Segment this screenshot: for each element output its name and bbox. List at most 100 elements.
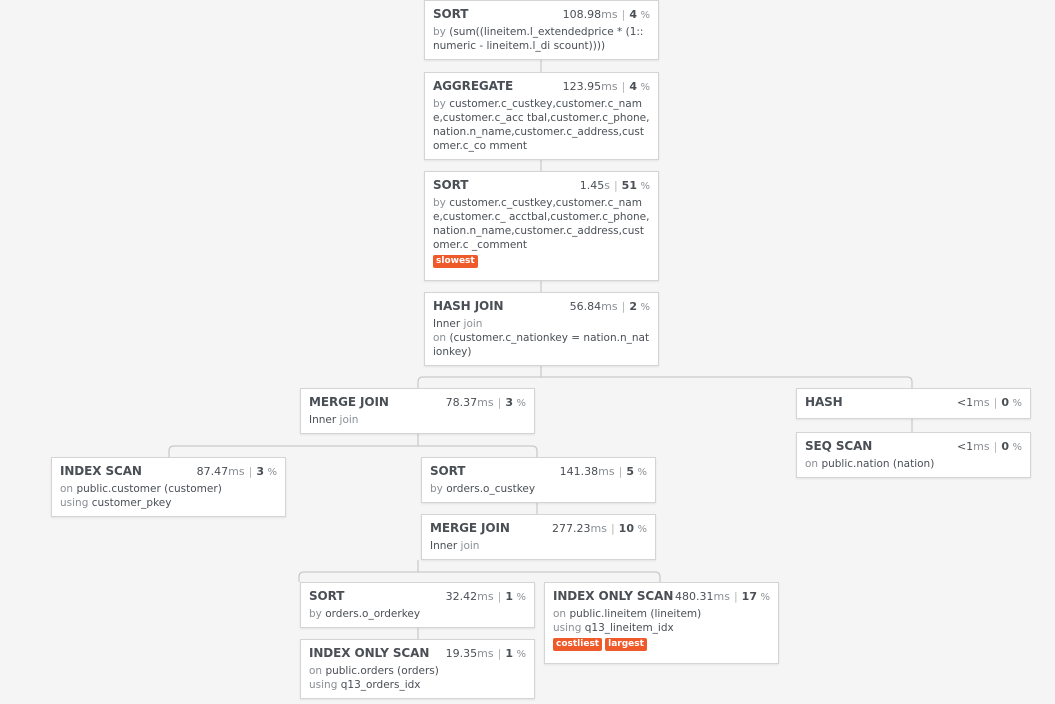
node-type: SORT bbox=[309, 589, 345, 603]
plan-node-merge-join[interactable]: MERGE JOIN 78.37ms | 3 % Inner join bbox=[300, 388, 535, 434]
node-stats: 19.35ms | 1 % bbox=[446, 647, 526, 660]
node-stats: 480.31ms | 17 % bbox=[675, 590, 770, 603]
plan-node-merge-join[interactable]: MERGE JOIN 277.23ms | 10 % Inner join bbox=[421, 514, 656, 560]
node-detail: using q13_orders_idx bbox=[309, 678, 526, 692]
plan-node-index-scan[interactable]: INDEX SCAN 87.47ms | 3 % on public.customer … bbox=[51, 457, 286, 517]
node-detail: by orders.o_custkey bbox=[430, 482, 647, 496]
stats-separator: | bbox=[993, 396, 998, 409]
plan-node-sort[interactable]: SORT 32.42ms | 1 % by orders.o_orderkey bbox=[300, 582, 535, 628]
node-time: <1 bbox=[956, 396, 974, 409]
plan-node-index-only-scan[interactable]: INDEX ONLY SCAN 19.35ms | 1 % on public.orde… bbox=[300, 639, 535, 699]
detail-keyword: on bbox=[553, 608, 567, 620]
node-percent: 1 bbox=[505, 590, 513, 603]
detail-text: public.nation (nation) bbox=[821, 458, 935, 470]
detail-keyword: by bbox=[309, 608, 322, 620]
plan-node-sort[interactable]: SORT 141.38ms | 5 % by orders.o_custkey bbox=[421, 457, 656, 503]
node-header: SORT 141.38ms | 5 % bbox=[430, 464, 647, 478]
node-percent: 3 bbox=[256, 465, 264, 478]
node-detail: by customer.c_custkey,customer.c_name,cu… bbox=[433, 97, 650, 153]
node-detail: Inner join bbox=[433, 317, 650, 331]
node-detail: Inner join bbox=[309, 413, 526, 427]
node-time-unit: ms bbox=[590, 522, 607, 535]
node-time: 32.42 bbox=[445, 590, 478, 603]
detail-text: q13_orders_idx bbox=[340, 679, 421, 691]
node-time-unit: ms bbox=[477, 590, 494, 603]
detail-text: customer_pkey bbox=[91, 497, 172, 509]
node-header: SEQ SCAN <1ms | 0 % bbox=[805, 439, 1022, 453]
plan-node-hash[interactable]: HASH <1ms | 0 % bbox=[796, 388, 1031, 419]
node-stats: 56.84ms | 2 % bbox=[570, 300, 650, 313]
node-detail: using customer_pkey bbox=[60, 496, 277, 510]
detail-keyword: on bbox=[433, 332, 447, 344]
node-percent: 0 bbox=[1001, 440, 1009, 453]
node-header: MERGE JOIN 277.23ms | 10 % bbox=[430, 521, 647, 535]
node-time-unit: s bbox=[604, 179, 610, 192]
node-type: MERGE JOIN bbox=[430, 521, 510, 535]
stats-separator: | bbox=[993, 440, 998, 453]
node-header: HASH JOIN 56.84ms | 2 % bbox=[433, 299, 650, 313]
node-stats: 78.37ms | 3 % bbox=[446, 396, 526, 409]
node-time: 56.84 bbox=[569, 300, 602, 313]
detail-keyword: join bbox=[463, 318, 483, 330]
plan-node-aggregate[interactable]: AGGREGATE 123.95ms | 4 % by customer.c_custk… bbox=[424, 72, 659, 160]
stats-separator: | bbox=[621, 80, 626, 93]
node-percent-sign: % bbox=[1012, 442, 1022, 453]
node-detail: on (customer.c_nationkey = nation.n_nati… bbox=[433, 331, 650, 359]
detail-text: customer.c_custkey,customer.c_name,custo… bbox=[433, 98, 650, 152]
plan-node-index-only-scan[interactable]: INDEX ONLY SCAN 480.31ms | 17 % on public.li… bbox=[544, 582, 779, 664]
node-detail: on public.customer (customer) bbox=[60, 482, 277, 496]
node-time: 480.31 bbox=[675, 590, 714, 603]
node-badges: slowest bbox=[433, 255, 650, 268]
detail-text: public.orders (orders) bbox=[325, 665, 439, 677]
node-time-unit: ms bbox=[601, 8, 618, 21]
node-stats: 108.98ms | 4 % bbox=[563, 8, 650, 21]
detail-keyword: on bbox=[309, 665, 323, 677]
node-type: SEQ SCAN bbox=[805, 439, 873, 453]
node-percent: 5 bbox=[626, 465, 634, 478]
node-time-unit: ms bbox=[973, 440, 990, 453]
detail-keyword: using bbox=[309, 679, 338, 691]
detail-text: Inner bbox=[430, 540, 458, 552]
node-header: INDEX ONLY SCAN 19.35ms | 1 % bbox=[309, 646, 526, 660]
stats-separator: | bbox=[497, 590, 502, 603]
node-header: SORT 108.98ms | 4 % bbox=[433, 7, 650, 21]
node-type: HASH bbox=[805, 395, 843, 409]
node-time-unit: ms bbox=[598, 465, 615, 478]
node-detail: on public.lineitem (lineitem) bbox=[553, 607, 770, 621]
badge-largest: largest bbox=[605, 638, 647, 651]
stats-separator: | bbox=[733, 590, 738, 603]
node-time-unit: ms bbox=[973, 396, 990, 409]
detail-keyword: by bbox=[433, 98, 446, 110]
plan-node-sort[interactable]: SORT 1.45s | 51 % by customer.c_custkey,cust… bbox=[424, 171, 659, 281]
plan-node-sort[interactable]: SORT 108.98ms | 4 % by (sum((lineitem.l_exte… bbox=[424, 0, 659, 60]
stats-separator: | bbox=[610, 522, 615, 535]
node-header: SORT 1.45s | 51 % bbox=[433, 178, 650, 192]
plan-node-seq-scan[interactable]: SEQ SCAN <1ms | 0 % on public.nation (nation… bbox=[796, 432, 1031, 478]
node-stats: 87.47ms | 3 % bbox=[197, 465, 277, 478]
node-stats: 277.23ms | 10 % bbox=[552, 522, 647, 535]
node-type: SORT bbox=[433, 7, 469, 21]
node-stats: 32.42ms | 1 % bbox=[446, 590, 526, 603]
detail-keyword: using bbox=[60, 497, 89, 509]
node-percent-sign: % bbox=[640, 82, 650, 93]
detail-text: public.lineitem (lineitem) bbox=[569, 608, 702, 620]
node-header: HASH <1ms | 0 % bbox=[805, 395, 1022, 409]
detail-keyword: using bbox=[553, 622, 582, 634]
node-percent: 4 bbox=[629, 8, 637, 21]
stats-separator: | bbox=[618, 465, 623, 478]
node-percent: 0 bbox=[1001, 396, 1009, 409]
node-time: 78.37 bbox=[445, 396, 478, 409]
detail-text: public.customer (customer) bbox=[76, 483, 222, 495]
node-time: 19.35 bbox=[445, 647, 478, 660]
detail-keyword: by bbox=[433, 26, 446, 38]
node-header: INDEX ONLY SCAN 480.31ms | 17 % bbox=[553, 589, 770, 603]
detail-keyword: by bbox=[430, 483, 443, 495]
plan-node-hash-join[interactable]: HASH JOIN 56.84ms | 2 % Inner join on (custom… bbox=[424, 292, 659, 366]
node-time: 141.38 bbox=[559, 465, 599, 478]
detail-keyword: on bbox=[60, 483, 74, 495]
node-type: MERGE JOIN bbox=[309, 395, 389, 409]
node-percent: 4 bbox=[629, 80, 637, 93]
node-time: 123.95 bbox=[562, 80, 602, 93]
detail-text: Inner bbox=[433, 318, 461, 330]
node-stats: <1ms | 0 % bbox=[957, 440, 1022, 453]
